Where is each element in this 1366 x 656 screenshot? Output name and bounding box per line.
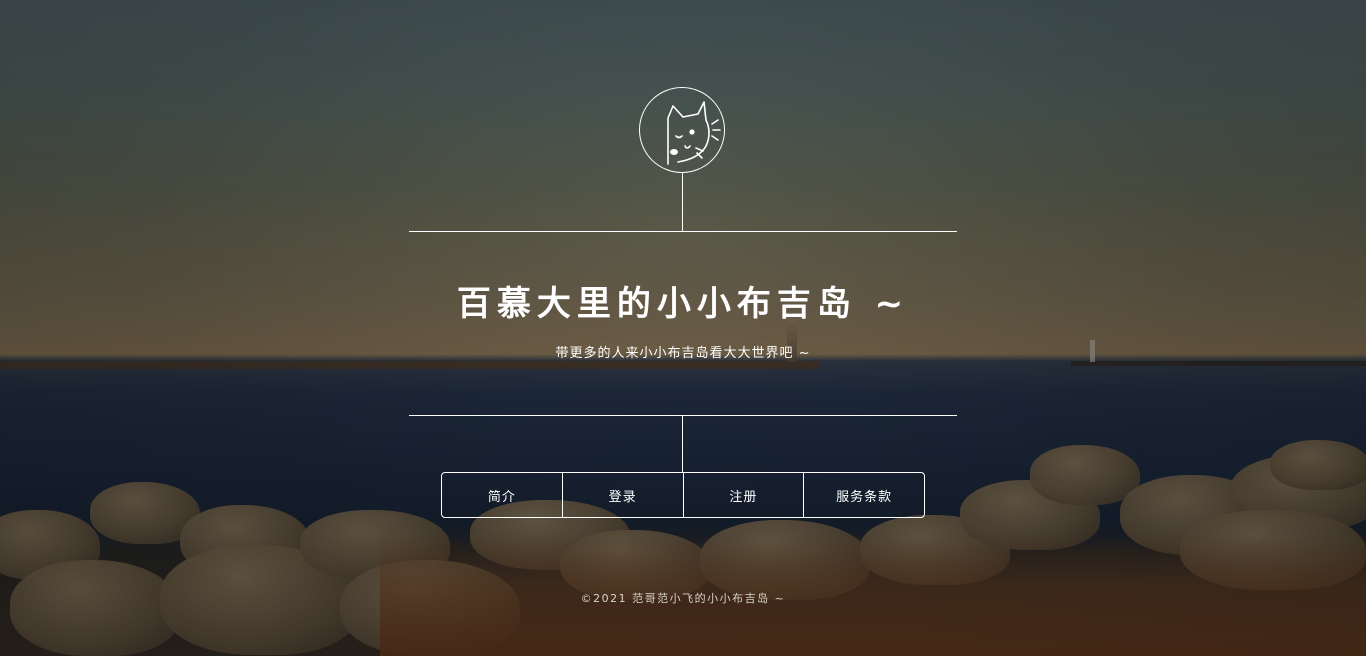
connector-line-top — [682, 173, 683, 231]
main-nav: 简介 登录 注册 服务条款 — [441, 472, 925, 518]
page-subtitle: 带更多的人来小小布吉岛看大大世界吧 ~ — [555, 346, 811, 361]
nav-register-button[interactable]: 注册 — [684, 473, 805, 517]
divider-top — [409, 231, 957, 232]
nav-terms-button[interactable]: 服务条款 — [804, 473, 924, 517]
footer-copyright: ©2021 范哥范小飞的小小布吉岛 ~ — [580, 592, 786, 605]
connector-line-bottom — [682, 415, 683, 472]
divider-bottom — [409, 415, 957, 416]
avatar[interactable] — [639, 87, 725, 173]
peeking-cat-icon — [667, 101, 721, 165]
nav-login-button[interactable]: 登录 — [563, 473, 684, 517]
landing-page: 百慕大里的小小布吉岛 ~ 带更多的人来小小布吉岛看大大世界吧 ~ 简介 登录 注… — [0, 0, 1366, 656]
nav-intro-button[interactable]: 简介 — [442, 473, 563, 517]
page-title: 百慕大里的小小布吉岛 ~ — [456, 284, 910, 324]
